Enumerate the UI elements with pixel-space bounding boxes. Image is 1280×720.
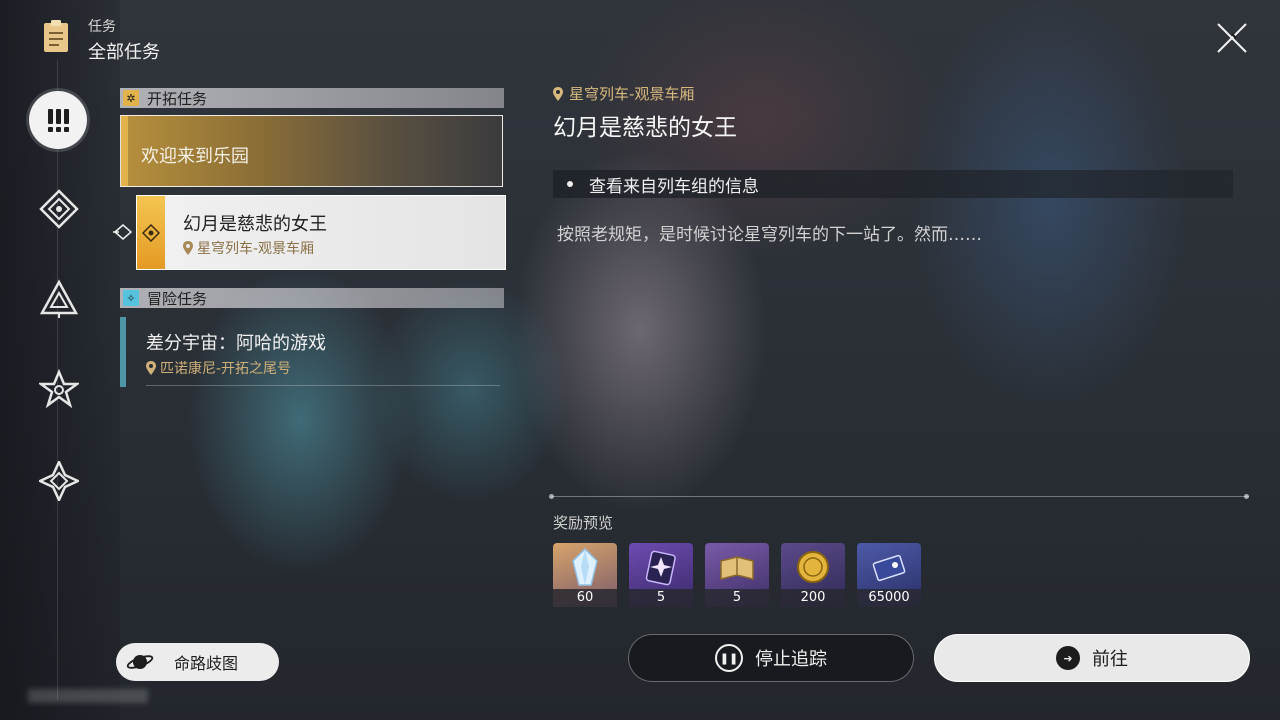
objective-bar: 查看来自列车组的信息 — [553, 170, 1233, 198]
trailblaze-category-icon: ✲ — [123, 90, 139, 106]
diamond-icon — [39, 461, 79, 501]
reward-qty: 200 — [781, 589, 845, 607]
quest-strip — [137, 196, 165, 269]
reward-qty: 60 — [553, 589, 617, 607]
divider-dot — [1244, 494, 1249, 499]
trailblaze-category-label: 开拓任务 — [147, 89, 208, 108]
quest-item-welcome[interactable]: 欢迎来到乐园 — [120, 115, 503, 187]
triangle-icon — [39, 279, 79, 318]
reward-item-credit[interactable]: 200 — [781, 543, 845, 607]
nav-item-companion[interactable] — [30, 270, 88, 328]
reward-qty: 5 — [705, 589, 769, 607]
nav-item-adventure[interactable] — [30, 360, 88, 418]
reward-qty: 5 — [629, 589, 693, 607]
book-icon — [720, 556, 754, 580]
header-subtitle: 任务 — [88, 19, 116, 35]
reward-item-fuel[interactable]: 5 — [629, 543, 693, 607]
objective-text: 查看来自列车组的信息 — [589, 176, 759, 197]
path-map-button[interactable]: 命路歧图 — [116, 643, 279, 681]
reward-art — [705, 543, 769, 591]
location-pin-icon — [183, 241, 193, 255]
pause-icon: ❚❚ — [715, 644, 743, 672]
reward-art — [629, 543, 693, 591]
quest-divider — [146, 385, 500, 386]
detail-description: 按照老规矩，是时候讨论星穹列车的下一站了。然而…… — [557, 225, 982, 245]
reward-art — [553, 543, 617, 591]
go-label: 前往 — [1092, 649, 1128, 670]
reward-preview-label: 奖励预览 — [553, 514, 614, 532]
star-icon — [39, 369, 79, 409]
reward-item-book[interactable]: 5 — [705, 543, 769, 607]
detail-location: 星穹列车-观景车厢 — [553, 83, 694, 104]
reward-item-stellar-jade[interactable]: 60 — [553, 543, 617, 607]
close-icon[interactable] — [1214, 20, 1250, 56]
trailblaze-mission-icon — [142, 223, 160, 242]
reward-item-exp[interactable]: 65000 — [857, 543, 921, 607]
adventure-category-icon: ✧ — [123, 290, 139, 306]
quest-gold-edge — [121, 116, 128, 186]
adventure-category-label: 冒险任务 — [147, 289, 208, 308]
trailblaze-category-header: ✲ 开拓任务 — [120, 88, 504, 108]
quest-location-text: 星穹列车-观景车厢 — [197, 241, 315, 257]
quest-location-text: 匹诺康尼-开拓之尾号 — [160, 361, 292, 377]
adventure-category-header: ✧ 冒险任务 — [120, 288, 504, 308]
exp-card-icon — [872, 554, 906, 582]
star-diamond-icon — [39, 189, 79, 229]
nav-item-trailblaze[interactable] — [30, 180, 88, 238]
detail-location-text: 星穹列车-观景车厢 — [569, 85, 695, 103]
quest-title: 欢迎来到乐园 — [141, 146, 249, 167]
quest-location: 星穹列车-观景车厢 — [183, 238, 314, 258]
blurred-uid — [28, 689, 148, 703]
detail-title: 幻月是慈悲的女王 — [553, 115, 737, 141]
quest-item-divergent-universe[interactable]: 差分宇宙：阿哈的游戏 匹诺康尼-开拓之尾号 — [120, 317, 500, 387]
quest-item-moon-queen[interactable]: 幻月是慈悲的女王 星穹列车-观景车厢 — [136, 195, 506, 270]
objective-bullet — [567, 181, 573, 187]
clipboard-icon — [44, 20, 68, 52]
nav-item-all[interactable] — [29, 91, 87, 149]
exclamation-icon — [48, 109, 69, 132]
go-arrow-icon: ➜ — [1056, 646, 1080, 670]
location-pin-icon — [146, 361, 156, 375]
selected-arrow-icon — [113, 224, 133, 240]
go-button[interactable]: ➜ 前往 — [934, 634, 1250, 682]
location-pin-icon — [553, 86, 563, 101]
stop-tracking-button[interactable]: ❚❚ 停止追踪 — [628, 634, 914, 682]
divider-dot — [549, 494, 554, 499]
quest-title: 幻月是慈悲的女王 — [183, 214, 327, 235]
stop-tracking-label: 停止追踪 — [755, 649, 827, 670]
coin-icon — [797, 551, 829, 583]
crystal-icon — [572, 547, 598, 586]
path-map-label: 命路歧图 — [174, 654, 239, 673]
reward-art — [781, 543, 845, 591]
reward-divider — [551, 496, 1249, 497]
nav-item-daily[interactable] — [30, 452, 88, 510]
quest-teal-edge — [120, 317, 126, 387]
quest-title: 差分宇宙：阿哈的游戏 — [146, 333, 326, 354]
header-title: 全部任务 — [88, 42, 160, 63]
quest-location: 匹诺康尼-开拓之尾号 — [146, 358, 291, 378]
reward-qty: 65000 — [857, 589, 921, 607]
planet-icon — [126, 655, 154, 669]
reward-art — [857, 543, 921, 591]
fuel-card-icon — [645, 550, 676, 586]
